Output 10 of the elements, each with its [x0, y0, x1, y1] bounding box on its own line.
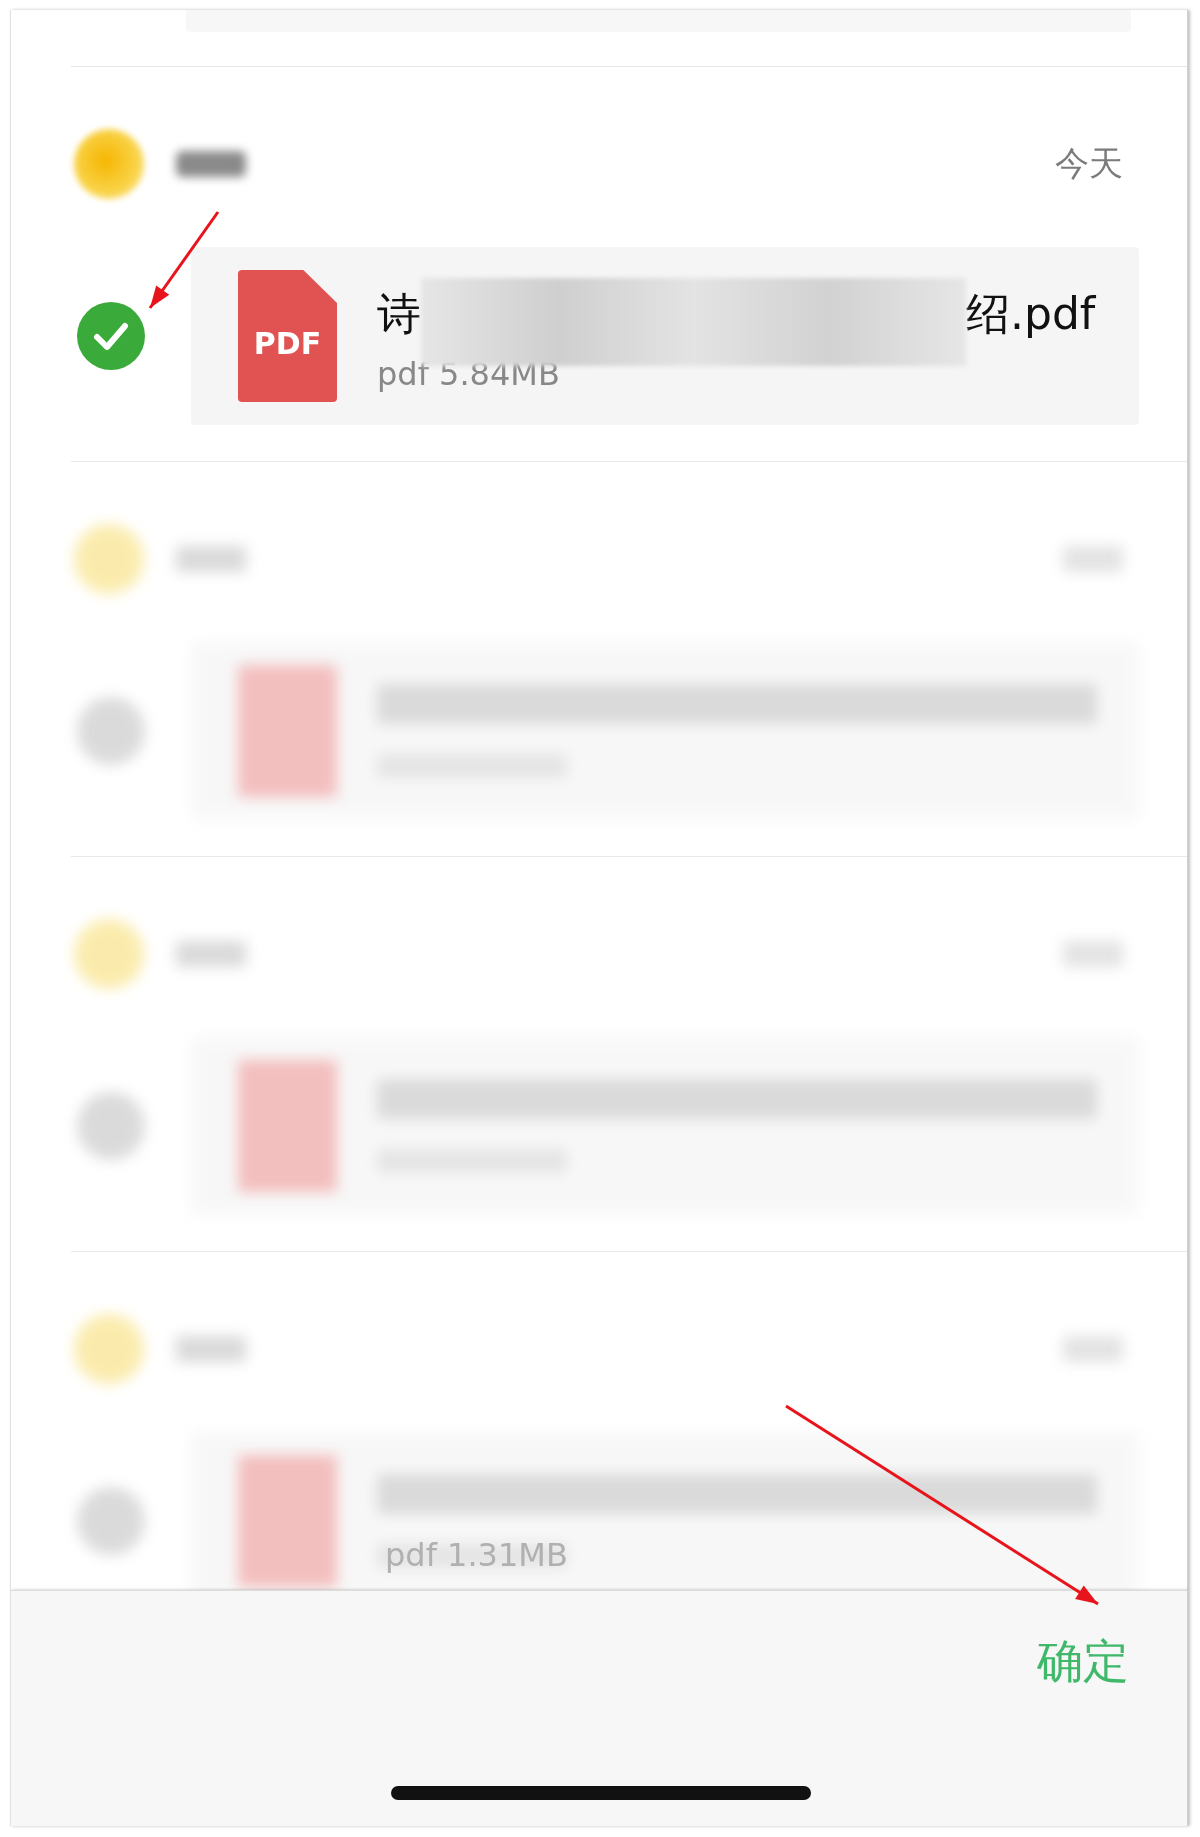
file-type-label: PDF	[253, 325, 322, 361]
file-name-start: 诗	[377, 286, 421, 341]
checkbox[interactable]	[77, 302, 145, 370]
file-name-end: 绍.pdf	[966, 286, 1096, 341]
message-time: 今天	[1055, 142, 1123, 185]
avatar	[74, 129, 144, 199]
file-card[interactable]: PDF 诗 绍.pdf pdf 5.84MB	[191, 247, 1139, 425]
file-size: pdf 5.84MB	[377, 355, 561, 393]
blurred-name	[176, 151, 246, 177]
file-size: pdf 1.31MB	[385, 1536, 568, 1574]
